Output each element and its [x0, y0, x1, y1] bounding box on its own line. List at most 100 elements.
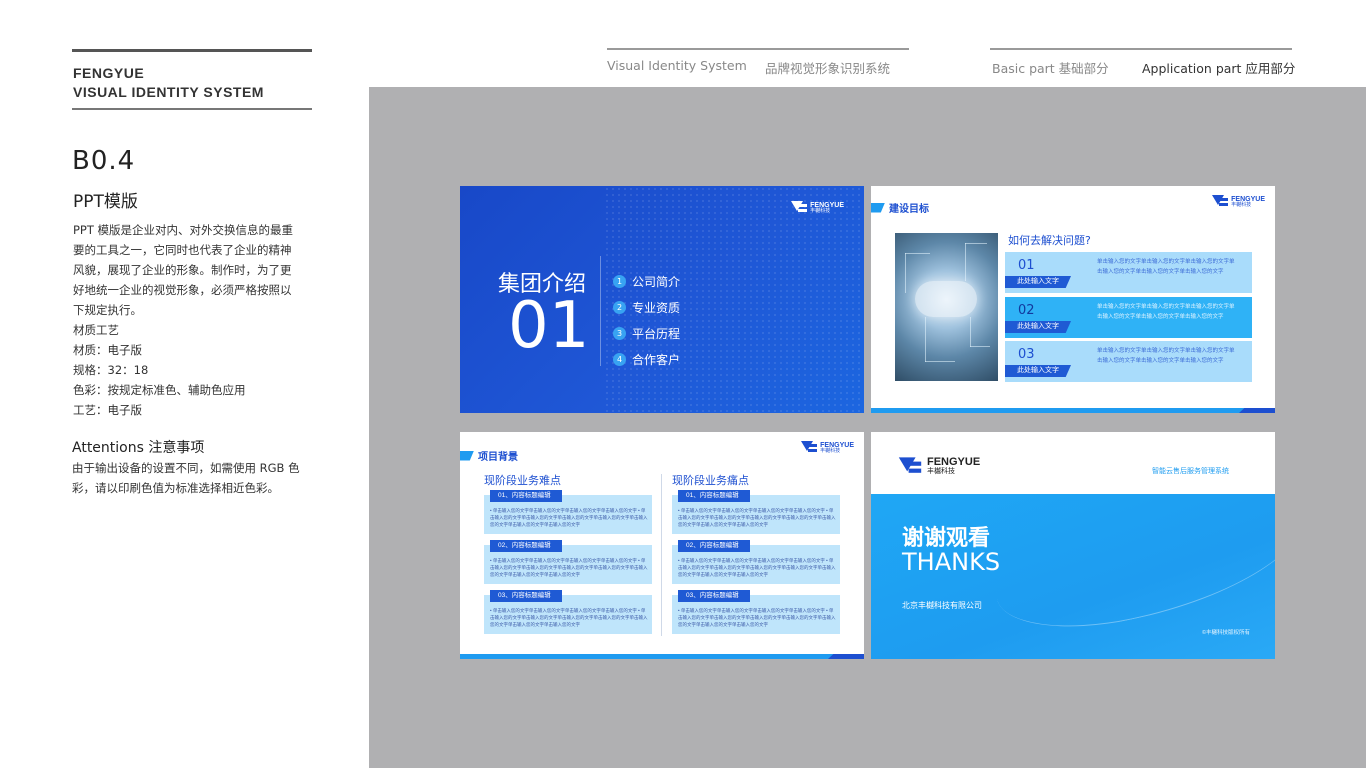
row-number: 01: [1018, 258, 1035, 273]
description-line: 下规定执行。: [73, 303, 142, 317]
logo-mark-icon: [1212, 195, 1229, 208]
slide-goals[interactable]: 建设目标 FENGYUE 丰樾科技 如何去解决问题? 01 此处输入文字 单击输入…: [871, 186, 1275, 413]
slide-thanks[interactable]: FENGYUE 丰樾科技 智能云售后服务管理系统 谢谢观看 THANKS 北京丰樾…: [871, 432, 1275, 659]
cover-number: 01: [508, 289, 590, 363]
goal-row: 03 此处输入文字 单击输入您的文字单击输入您的文字单击输入您的文字单击输入您的…: [1005, 341, 1252, 382]
goal-row: 01 此处输入文字 单击输入您的文字单击输入您的文字单击输入您的文字单击输入您的…: [1005, 252, 1252, 293]
nav-rule-parts: [990, 48, 1292, 50]
toc-item: 3 平台历程: [613, 320, 680, 346]
footer-bar: [871, 408, 1275, 413]
card-label: 01、内容标题编辑: [678, 490, 750, 502]
toc-item: 2 专业资质: [613, 294, 680, 320]
row-text: 单击输入您的文字单击输入您的文字单击输入您的文字单击输入您的文字单击输入您的文字…: [1097, 348, 1235, 364]
question-title: 如何去解决问题?: [1008, 234, 1091, 247]
toc-label: 专业资质: [632, 300, 681, 315]
slide-background[interactable]: 项目背景 FENGYUE 丰樾科技 现阶段业务难点 01、内容标题编辑 • 单击输入…: [460, 432, 864, 659]
toc-number: 4: [613, 352, 626, 366]
pain-points-column: 现阶段业务痛点 01、内容标题编辑 • 单击输入您的文字单击输入您的文字单击输入您…: [672, 472, 840, 645]
slide-heading: 项目背景: [460, 448, 518, 463]
section-title: PPT模版: [73, 192, 138, 212]
row-tag: 此处输入文字: [1005, 365, 1071, 377]
logo-text-cn: 丰樾科技: [927, 468, 955, 475]
row-text: 单击输入您的文字单击输入您的文字单击输入您的文字单击输入您的文字单击输入您的文字…: [1097, 304, 1235, 320]
goal-row: 02 此处输入文字 单击输入您的文字单击输入您的文字单击输入您的文字单击输入您的…: [1005, 297, 1252, 338]
spec-line: 规格：32：18: [73, 363, 149, 377]
toc-number: 1: [613, 274, 626, 288]
row-number: 02: [1018, 303, 1035, 318]
logo-text-cn: 丰樾科技: [810, 207, 831, 214]
logo-mark-icon: [898, 456, 922, 475]
row-tag: 此处输入文字: [1005, 276, 1071, 288]
attention-line: 彩，请以印刷色值为标准选择相近色彩。: [72, 481, 279, 495]
content-card: 02、内容标题编辑 • 单击输入您的文字单击输入您的文字单击输入您的文字单击输入您…: [484, 540, 652, 584]
brand-name: FENGYUE: [73, 65, 145, 81]
logo: FENGYUE 丰樾科技: [1212, 195, 1265, 208]
heading-text: 项目背景: [478, 452, 518, 463]
card-body: • 单击输入您的文字单击输入您的文字单击输入您的文字单击输入您的文字 • 单击输…: [678, 508, 836, 527]
content-card: 03、内容标题编辑 • 单击输入您的文字单击输入您的文字单击输入您的文字单击输入您…: [672, 590, 840, 634]
toc-label: 合作客户: [632, 352, 681, 367]
toc-item: 1 公司简介: [613, 268, 680, 294]
nav-basic-part[interactable]: Basic part 基础部分: [992, 58, 1109, 77]
logo-text-en: FENGYUE: [927, 456, 981, 468]
description-line: PPT 模版是企业对内、对外交换信息的最重: [73, 223, 294, 237]
card-label: 03、内容标题编辑: [678, 590, 750, 602]
brand-rule: [72, 108, 312, 110]
company-name: 北京丰樾科技有限公司: [902, 601, 982, 610]
toc-label: 平台历程: [632, 326, 681, 341]
card-body: • 单击输入您的文字单击输入您的文字单击输入您的文字单击输入您的文字 • 单击输…: [678, 558, 836, 577]
description-line: 要的工具之一，它同时也代表了企业的精神: [73, 243, 292, 257]
toc-number: 3: [613, 326, 626, 340]
footer-accent: [828, 654, 864, 659]
logo: FENGYUE 丰樾科技: [791, 201, 844, 214]
logo-mark-icon: [791, 201, 808, 214]
attention-text: 由于输出设备的设置不同，如需使用 RGB 色 彩，请以印刷色值为标准选择相近色彩…: [72, 458, 312, 498]
heading-tab-icon: [460, 450, 474, 461]
column-title: 现阶段业务难点: [484, 474, 561, 487]
card-body: • 单击输入您的文字单击输入您的文字单击输入您的文字单击输入您的文字 • 单击输…: [490, 608, 648, 627]
column-title: 现阶段业务痛点: [672, 474, 749, 487]
content-card: 01、内容标题编辑 • 单击输入您的文字单击输入您的文字单击输入您的文字单击输入您…: [672, 490, 840, 534]
copyright: ©丰樾科技版权所有: [1202, 630, 1251, 636]
toc-label: 公司简介: [632, 274, 681, 289]
toc-list: 1 公司简介 2 专业资质 3 平台历程 4 合作客户: [613, 268, 680, 372]
difficulties-column: 现阶段业务难点 01、内容标题编辑 • 单击输入您的文字单击输入您的文字单击输入您…: [484, 472, 652, 645]
spec-line: 工艺：电子版: [73, 403, 142, 417]
card-label: 01、内容标题编辑: [490, 490, 562, 502]
card-body: • 单击输入您的文字单击输入您的文字单击输入您的文字单击输入您的文字 • 单击输…: [678, 608, 836, 627]
spec-line: 材质工艺: [73, 323, 119, 337]
card-label: 02、内容标题编辑: [678, 540, 750, 552]
top-rule: [72, 49, 312, 52]
cloud-icon: [915, 281, 977, 317]
nav-vis-cn[interactable]: 品牌视觉形象识别系统: [765, 58, 890, 77]
content-card: 01、内容标题编辑 • 单击输入您的文字单击输入您的文字单击输入您的文字单击输入您…: [484, 490, 652, 534]
footer-bar: [460, 654, 864, 659]
spec-line: 材质：电子版: [73, 343, 142, 357]
logo: FENGYUE 丰樾科技: [898, 456, 981, 475]
slide-heading: 建设目标: [871, 200, 929, 215]
attention-title: Attentions 注意事项: [72, 440, 205, 456]
slide-cover[interactable]: FENGYUE 丰樾科技 集团介绍 01 1 公司简介 2 专业资质 3 平台历程 4合…: [460, 186, 864, 413]
thanks-en: THANKS: [902, 548, 1001, 576]
description-line: 风貌，展现了企业的形象。制作时，为了更: [73, 263, 292, 277]
nav-vis-en[interactable]: Visual Identity System: [607, 58, 747, 73]
column-divider: [661, 474, 662, 636]
nav-rule-vis: [607, 48, 909, 50]
card-label: 02、内容标题编辑: [490, 540, 562, 552]
card-body: • 单击输入您的文字单击输入您的文字单击输入您的文字单击输入您的文字 • 单击输…: [490, 508, 648, 527]
nav-application-part[interactable]: Application part 应用部分: [1142, 58, 1295, 77]
spec-line: 色彩：按规定标准色、辅助色应用: [73, 383, 246, 397]
heading-text: 建设目标: [889, 204, 929, 215]
divider: [600, 256, 601, 366]
row-number: 03: [1018, 347, 1035, 362]
content-card: 02、内容标题编辑 • 单击输入您的文字单击输入您的文字单击输入您的文字单击输入您…: [672, 540, 840, 584]
attention-line: 由于输出设备的设置不同，如需使用 RGB 色: [72, 461, 300, 475]
card-label: 03、内容标题编辑: [490, 590, 562, 602]
logo-mark-icon: [801, 441, 818, 454]
content-card: 03、内容标题编辑 • 单击输入您的文字单击输入您的文字单击输入您的文字单击输入您…: [484, 590, 652, 634]
footer-accent: [1239, 408, 1275, 413]
row-tag: 此处输入文字: [1005, 321, 1071, 333]
section-description: PPT 模版是企业对内、对外交换信息的最重 要的工具之一，它同时也代表了企业的精…: [73, 220, 313, 420]
toc-number: 2: [613, 300, 626, 314]
logo: FENGYUE 丰樾科技: [801, 441, 854, 454]
